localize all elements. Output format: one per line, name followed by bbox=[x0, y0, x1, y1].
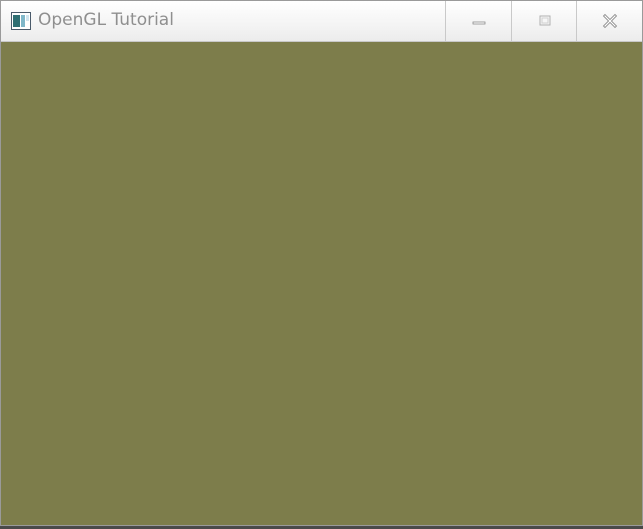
maximize-button[interactable] bbox=[511, 1, 577, 41]
opengl-window: OpenGL Tutorial bbox=[0, 0, 643, 526]
window-app-icon[interactable] bbox=[11, 12, 31, 30]
opengl-render-area[interactable] bbox=[1, 42, 642, 521]
close-icon bbox=[602, 13, 618, 29]
minimize-icon bbox=[472, 21, 486, 25]
minimize-button[interactable] bbox=[445, 1, 511, 41]
maximize-icon bbox=[539, 15, 551, 26]
window-title: OpenGL Tutorial bbox=[38, 10, 174, 30]
close-button[interactable] bbox=[576, 1, 642, 41]
title-bar[interactable]: OpenGL Tutorial bbox=[1, 1, 642, 42]
